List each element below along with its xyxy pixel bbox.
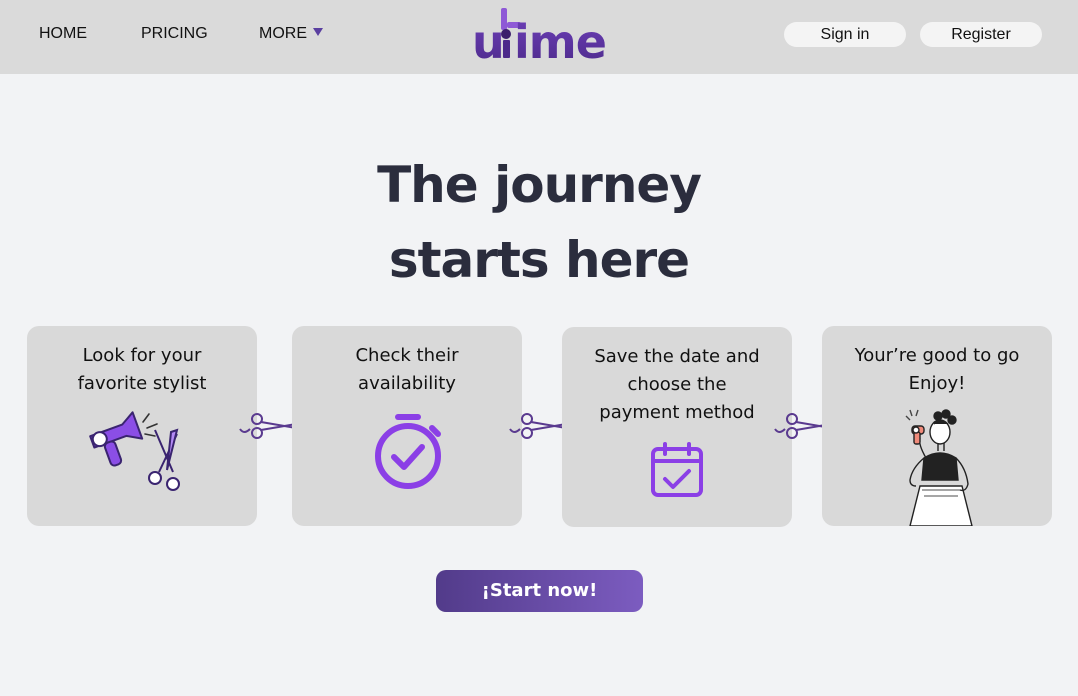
top-nav-bar: HOME PRICING MORE u ime Sign in Register <box>0 0 1078 74</box>
step-card-text: Your’re good to go Enjoy! <box>822 342 1052 398</box>
step-card-availability: Check their availability <box>292 326 522 526</box>
start-now-button[interactable]: ¡Start now! <box>436 570 643 612</box>
calendar-check-icon <box>651 442 703 497</box>
caret-down-icon <box>313 28 323 36</box>
hairdryer-scissors-icon <box>89 411 180 491</box>
svg-text:ime: ime <box>514 15 606 64</box>
hero-title-line2: starts here <box>388 231 690 289</box>
utime-logo[interactable]: u ime <box>470 4 612 64</box>
hero-title-line1: The journey <box>377 156 702 214</box>
nav-more-dropdown[interactable]: MORE <box>259 25 323 43</box>
sign-in-button[interactable]: Sign in <box>784 22 906 47</box>
woman-hairdryer-illustration <box>905 409 973 526</box>
hero-title: The journey starts here <box>0 148 1078 298</box>
step-card-text: Save the date and choose the payment met… <box>562 343 792 427</box>
step-text-line: Enjoy! <box>908 373 966 394</box>
nav-pricing-link[interactable]: PRICING <box>141 25 208 43</box>
step-card-enjoy: Your’re good to go Enjoy! <box>822 326 1052 526</box>
svg-text:u: u <box>472 15 504 64</box>
nav-home-link[interactable]: HOME <box>39 25 87 43</box>
step-text-line: payment method <box>599 402 755 423</box>
step-text-line: choose the <box>627 374 727 395</box>
nav-more-label: MORE <box>259 25 307 42</box>
step-card-text: Look for your favorite stylist <box>27 342 257 398</box>
step-text-line: favorite stylist <box>77 373 207 394</box>
step-text-line: Check their <box>355 345 459 366</box>
step-text-line: Look for your <box>82 345 202 366</box>
step-card-find-stylist: Look for your favorite stylist <box>27 326 257 526</box>
step-card-save-date: Save the date and choose the payment met… <box>562 327 792 527</box>
step-text-line: Save the date and <box>594 346 760 367</box>
step-text-line: Your’re good to go <box>854 345 1020 366</box>
step-card-text: Check their availability <box>292 342 522 398</box>
register-button[interactable]: Register <box>920 22 1042 47</box>
stopwatch-check-icon <box>375 414 441 489</box>
step-text-line: availability <box>358 373 456 394</box>
